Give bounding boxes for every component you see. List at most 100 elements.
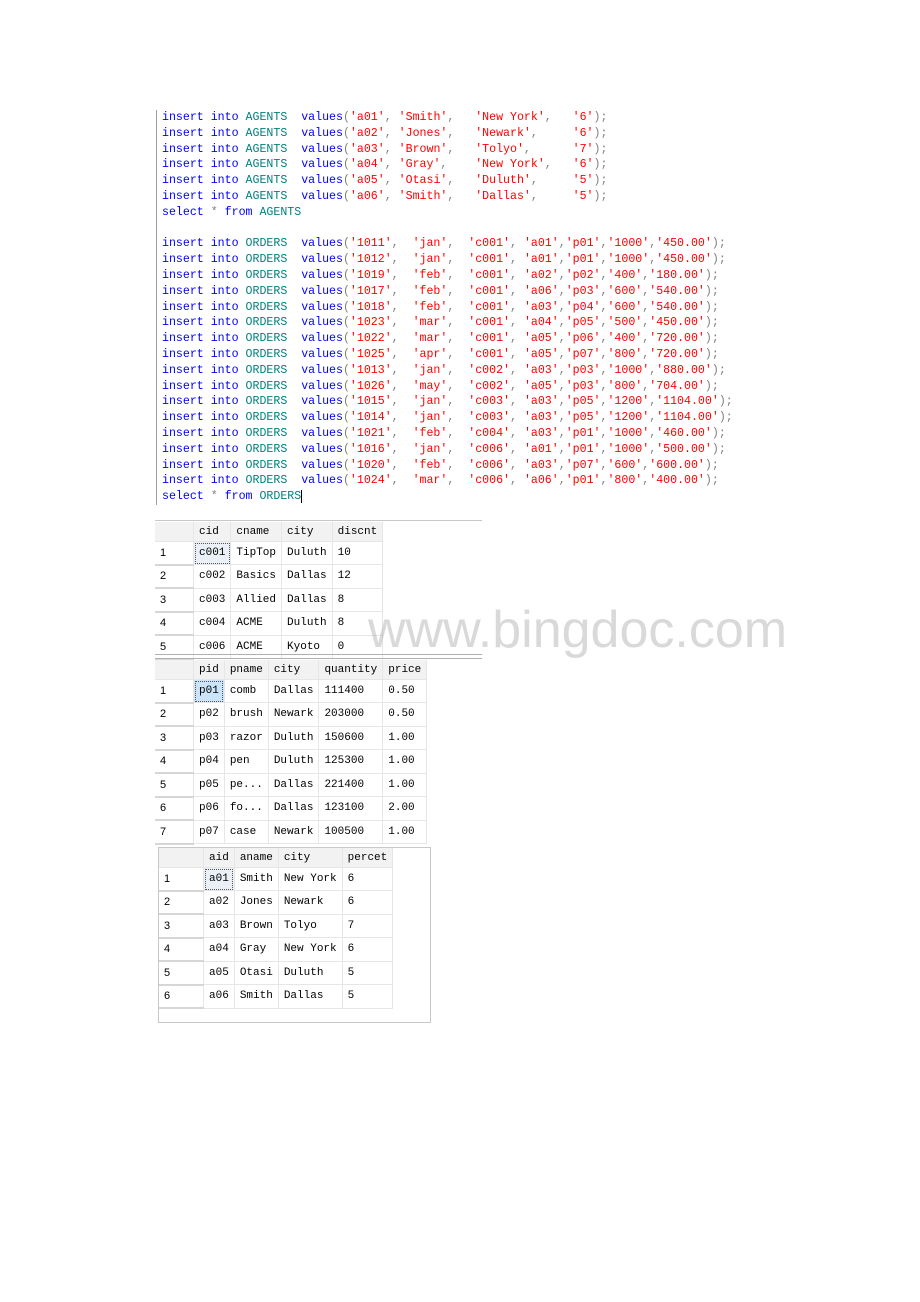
cell-pname[interactable]: comb — [224, 679, 269, 703]
cell-price[interactable]: 1.00 — [382, 726, 428, 750]
cell-price[interactable]: 1.00 — [382, 773, 428, 797]
cell-discnt[interactable]: 10 — [332, 541, 384, 565]
cell-city[interactable]: Newark — [268, 820, 320, 844]
cell-city[interactable]: Duluth — [281, 541, 333, 565]
column-header-pid[interactable]: pid — [193, 660, 225, 680]
grid-corner[interactable] — [155, 660, 194, 680]
column-header-quantity[interactable]: quantity — [318, 660, 384, 680]
row-number[interactable]: 4 — [155, 749, 194, 774]
cell-quantity[interactable]: 100500 — [318, 820, 384, 844]
row-number[interactable]: 2 — [155, 564, 194, 589]
table-row[interactable]: 1 p01 comb Dallas 111400 0.50 — [155, 679, 428, 704]
cell-aid[interactable]: a02 — [203, 890, 235, 915]
cell-city[interactable]: New York — [278, 937, 343, 962]
table-row[interactable]: 2 p02 brush Newark 203000 0.50 — [155, 702, 428, 727]
cell-aname[interactable]: Smith — [234, 984, 279, 1009]
cell-cid[interactable]: c001 — [193, 541, 232, 565]
cell-price[interactable]: 0.50 — [382, 702, 428, 727]
table-row[interactable]: 3 c003 Allied Dallas 8 — [155, 588, 384, 613]
table-row[interactable]: 4 p04 pen Duluth 125300 1.00 — [155, 749, 428, 774]
cell-pname[interactable]: brush — [224, 702, 269, 727]
table-row[interactable]: 3 a03 Brown Tolyo 7 — [159, 914, 394, 939]
cell-quantity[interactable]: 111400 — [318, 679, 384, 703]
cell-city[interactable]: Duluth — [281, 611, 333, 636]
row-number[interactable]: 5 — [155, 773, 194, 798]
cell-city[interactable]: Duluth — [268, 726, 320, 750]
cell-price[interactable]: 2.00 — [382, 796, 428, 821]
row-number[interactable]: 3 — [155, 726, 194, 751]
table-row[interactable]: 5 a05 Otasi Duluth 5 — [159, 961, 394, 986]
cell-city[interactable]: Dallas — [281, 588, 333, 612]
column-header-percet[interactable]: percet — [342, 848, 394, 868]
cell-city[interactable]: Newark — [268, 702, 320, 727]
column-header-price[interactable]: price — [382, 660, 428, 680]
row-number[interactable]: 2 — [159, 890, 204, 915]
table-row[interactable]: 6 a06 Smith Dallas 5 — [159, 984, 394, 1009]
column-header-aid[interactable]: aid — [203, 848, 235, 868]
row-number[interactable]: 5 — [159, 961, 204, 986]
column-header-city[interactable]: city — [268, 660, 320, 680]
cell-city[interactable]: Dallas — [278, 984, 343, 1009]
cell-quantity[interactable]: 123100 — [318, 796, 384, 821]
table-row[interactable]: 4 c004 ACME Duluth 8 — [155, 611, 384, 636]
cell-percet[interactable]: 5 — [342, 984, 394, 1009]
row-number[interactable]: 6 — [155, 796, 194, 821]
cell-discnt[interactable]: 8 — [332, 611, 384, 636]
cell-city[interactable]: New York — [278, 867, 343, 891]
cell-pname[interactable]: case — [224, 820, 269, 844]
column-header-discnt[interactable]: discnt — [332, 522, 384, 542]
column-header-pname[interactable]: pname — [224, 660, 269, 680]
cell-cid[interactable]: c004 — [193, 611, 232, 636]
cell-price[interactable]: 1.00 — [382, 820, 428, 844]
column-header-cid[interactable]: cid — [193, 522, 232, 542]
cell-quantity[interactable]: 125300 — [318, 749, 384, 774]
cell-quantity[interactable]: 221400 — [318, 773, 384, 797]
cell-percet[interactable]: 6 — [342, 867, 394, 891]
table-row[interactable]: 2 a02 Jones Newark 6 — [159, 890, 394, 915]
column-header-aname[interactable]: aname — [234, 848, 279, 868]
cell-city[interactable]: Newark — [278, 890, 343, 915]
row-number[interactable]: 2 — [155, 702, 194, 727]
cell-aid[interactable]: a01 — [203, 867, 235, 891]
cell-discnt[interactable]: 8 — [332, 588, 384, 612]
cell-cid[interactable]: c003 — [193, 588, 232, 612]
cell-pname[interactable]: fo... — [224, 796, 269, 821]
cell-aname[interactable]: Otasi — [234, 961, 279, 985]
sql-editor[interactable]: insert into AGENTS values('a01', 'Smith'… — [156, 110, 733, 505]
table-row[interactable]: 7 p07 case Newark 100500 1.00 — [155, 820, 428, 845]
row-number[interactable]: 3 — [159, 914, 204, 939]
cell-pid[interactable]: p04 — [193, 749, 225, 774]
cell-pname[interactable]: pen — [224, 749, 269, 774]
row-number[interactable]: 7 — [155, 820, 194, 845]
cell-pid[interactable]: p03 — [193, 726, 225, 750]
cell-pid[interactable]: p02 — [193, 702, 225, 727]
row-number[interactable]: 1 — [155, 679, 194, 704]
grid-corner[interactable] — [159, 848, 204, 868]
table-row[interactable]: 1 a01 Smith New York 6 — [159, 867, 394, 892]
column-header-city[interactable]: city — [278, 848, 343, 868]
cell-aname[interactable]: Gray — [234, 937, 279, 962]
cell-city[interactable]: Dallas — [268, 796, 320, 821]
cell-pid[interactable]: p07 — [193, 820, 225, 844]
row-number[interactable]: 6 — [159, 984, 204, 1009]
row-number[interactable]: 4 — [159, 937, 204, 962]
cell-aid[interactable]: a04 — [203, 937, 235, 962]
cell-quantity[interactable]: 203000 — [318, 702, 384, 727]
column-header-city[interactable]: city — [281, 522, 333, 542]
row-number[interactable]: 1 — [159, 867, 204, 892]
column-header-cname[interactable]: cname — [230, 522, 283, 542]
table-row[interactable]: 5 p05 pe... Dallas 221400 1.00 — [155, 773, 428, 798]
table-row[interactable]: 1 c001 TipTop Duluth 10 — [155, 541, 384, 566]
cell-aid[interactable]: a03 — [203, 914, 235, 938]
row-number[interactable]: 1 — [155, 541, 194, 566]
cell-percet[interactable]: 7 — [342, 914, 394, 938]
cell-city[interactable]: Tolyo — [278, 914, 343, 938]
cell-aid[interactable]: a05 — [203, 961, 235, 985]
cell-city[interactable]: Dallas — [268, 679, 320, 703]
cell-aname[interactable]: Smith — [234, 867, 279, 891]
products-result-grid[interactable]: pid pname city quantity price 1 p01 comb Dallas 1… — [155, 660, 428, 845]
table-row[interactable]: 4 a04 Gray New York 6 — [159, 937, 394, 962]
row-number[interactable]: 3 — [155, 588, 194, 613]
agents-result-grid[interactable]: aid aname city percet 1 a01 Smith New York 6 2 a02… — [159, 848, 394, 1009]
cell-city[interactable]: Dallas — [281, 564, 333, 589]
